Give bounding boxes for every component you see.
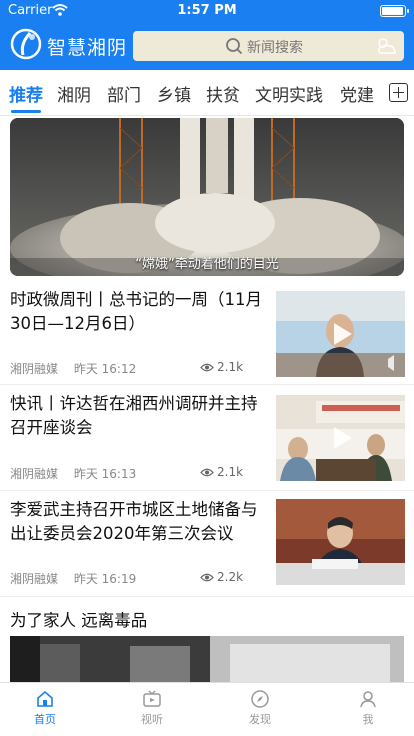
search-bar[interactable]: 新闻搜索 xyxy=(133,31,404,61)
weather-icon[interactable] xyxy=(374,35,398,57)
news-list-item[interactable]: 快讯丨许达哲在湘西州调研并主持召开座谈会 湘阴融媒 昨天 16:13 2.1k xyxy=(0,385,414,491)
article-title: 快讯丨许达哲在湘西州调研并主持召开座谈会 xyxy=(10,394,258,437)
search-icon xyxy=(226,38,243,55)
add-tab-icon[interactable] xyxy=(389,83,408,102)
tv-icon xyxy=(143,690,161,707)
person-icon xyxy=(360,691,376,708)
article-meta: 湘阴融媒 昨天 16:12 xyxy=(10,360,148,377)
tab-fupin[interactable]: 扶贫 xyxy=(206,81,240,106)
article-meta: 湘阴融媒 昨天 16:19 xyxy=(10,570,148,587)
app-header: Carrier 1:57 PM 智慧湘阴 新闻搜索 xyxy=(0,0,414,70)
article-source: 湘阴融媒 xyxy=(10,572,59,586)
article-title: 李爱武主持召开市城区土地储备与出让委员会2020年第三次会议 xyxy=(10,500,258,543)
bottom-nav: 首页 视听 发现 我 xyxy=(0,682,414,736)
hero-caption: “嫦娥”牵动着他们的目光 xyxy=(135,257,279,272)
article-meta: 湘阴融媒 昨天 16:13 xyxy=(10,465,148,482)
article-time: 昨天 16:12 xyxy=(73,362,137,376)
compass-icon xyxy=(251,690,269,708)
category-tabs: 推荐 湘阴 部门 乡镇 扶贫 文明实践 党建 xyxy=(0,70,414,116)
nav-shiting[interactable]: 视听 xyxy=(122,689,182,727)
nav-me[interactable]: 我 xyxy=(338,689,398,727)
nav-faxian[interactable]: 发现 xyxy=(230,689,290,727)
tab-tuijian[interactable]: 推荐 xyxy=(9,81,43,106)
article-time: 昨天 16:13 xyxy=(73,467,137,481)
status-bar: Carrier 1:57 PM xyxy=(0,0,414,22)
nav-home[interactable]: 首页 xyxy=(15,689,75,727)
home-icon xyxy=(37,690,53,707)
tab-dangjian[interactable]: 党建 xyxy=(340,81,374,106)
battery-icon xyxy=(380,5,409,17)
eye-icon xyxy=(200,573,214,582)
play-icon xyxy=(334,427,352,449)
eye-icon xyxy=(200,363,214,372)
tab-xiangyin[interactable]: 湘阴 xyxy=(57,81,91,106)
article-source: 湘阴融媒 xyxy=(10,362,59,376)
article-thumbnail xyxy=(276,499,405,585)
tab-bumen[interactable]: 部门 xyxy=(107,81,141,106)
tab-xiangzhen[interactable]: 乡镇 xyxy=(157,81,191,106)
active-tab-indicator xyxy=(11,110,41,113)
hero-banner[interactable]: “嫦娥”牵动着他们的目光 xyxy=(10,118,404,276)
article-time: 昨天 16:19 xyxy=(73,572,137,586)
play-icon xyxy=(334,323,352,345)
app-logo xyxy=(10,28,42,60)
article-views: 2.1k xyxy=(200,360,243,374)
article-thumbnail xyxy=(276,395,405,481)
article-title[interactable]: 为了家人 远离毒品 xyxy=(10,607,147,631)
eye-icon xyxy=(200,468,214,477)
article-views: 2.2k xyxy=(200,570,243,584)
tab-wenming-shijian[interactable]: 文明实践 xyxy=(255,81,323,106)
search-placeholder: 新闻搜索 xyxy=(247,40,303,56)
article-title: 时政微周刊丨总书记的一周（11月30日—12月6日） xyxy=(10,290,262,333)
clock: 1:57 PM xyxy=(177,3,237,18)
article-views: 2.1k xyxy=(200,465,243,479)
article-thumbnail xyxy=(276,291,405,377)
article-thumbnail[interactable] xyxy=(10,636,404,683)
app-title: 智慧湘阴 xyxy=(47,37,128,59)
news-list-item[interactable]: 时政微周刊丨总书记的一周（11月30日—12月6日） 湘阴融媒 昨天 16:12… xyxy=(0,286,414,385)
article-source: 湘阴融媒 xyxy=(10,467,59,481)
news-list-item[interactable]: 李爱武主持召开市城区土地储备与出让委员会2020年第三次会议 湘阴融媒 昨天 1… xyxy=(0,491,414,597)
